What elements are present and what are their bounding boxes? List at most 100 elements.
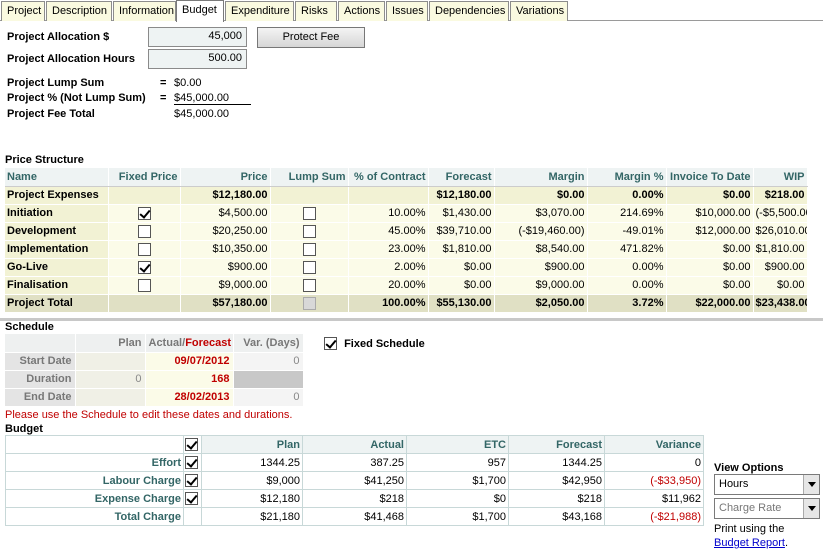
cell-empty xyxy=(108,294,181,313)
cell-variance: $11,962 xyxy=(604,489,704,508)
chevron-down-icon[interactable] xyxy=(803,499,819,518)
table-row: Go-Live $900.00 2.00% $0.00 $900.00 0.00% $0.0… xyxy=(5,258,808,277)
percent-label: Project % (Not Lump Sum) xyxy=(7,92,146,104)
allocation-dollars-input[interactable]: 45,000 xyxy=(148,27,247,47)
table-row: Implementation $10,350.00 23.00% $1,810.00 $… xyxy=(5,240,808,259)
tab-risks[interactable]: Risks xyxy=(295,1,337,21)
budget-table: Plan Actual ETC Forecast Variance Effort… xyxy=(5,435,704,526)
fixed-price-checkbox[interactable] xyxy=(137,242,151,256)
col-actual: Actual/ xyxy=(148,336,186,349)
chevron-down-icon[interactable] xyxy=(803,475,819,494)
lump-sum-checkbox[interactable] xyxy=(302,278,316,292)
cell-margin: $3,070.00 xyxy=(494,204,588,223)
tab-information[interactable]: Information xyxy=(113,1,176,21)
include-checkbox[interactable] xyxy=(185,492,198,505)
cell-check xyxy=(183,471,202,490)
cell-etc: $1,700 xyxy=(406,471,509,490)
cell-empty xyxy=(5,435,184,454)
cell-pct: 45.00% xyxy=(348,222,429,241)
row-name: Project Total xyxy=(5,294,109,313)
cell-invoice: $10,000.00 xyxy=(666,204,754,223)
cell-price: $10,350.00 xyxy=(180,240,271,259)
allocation-hours-input[interactable]: 500.00 xyxy=(148,49,247,69)
col-variance: Var. (Days) xyxy=(233,334,304,353)
row-name: Implementation xyxy=(5,240,109,259)
cell-margin: $900.00 xyxy=(494,258,588,277)
fixed-price-checkbox[interactable] xyxy=(137,206,151,220)
fixed-schedule-checkbox[interactable] xyxy=(324,337,337,350)
cell-empty xyxy=(348,186,429,205)
cell-wip: $218.00 xyxy=(753,186,808,205)
view-units-select[interactable]: Hours xyxy=(714,474,820,495)
rate-select[interactable]: Charge Rate xyxy=(714,498,820,519)
row-label: Labour Charge xyxy=(5,471,184,490)
row-label: Effort xyxy=(5,453,184,472)
select-all-checkbox[interactable] xyxy=(185,438,198,451)
start-plan xyxy=(75,352,146,371)
cell-empty xyxy=(270,186,349,205)
tab-description[interactable]: Description xyxy=(46,1,112,21)
lump-sum-value: $0.00 xyxy=(174,77,202,89)
tab-budget[interactable]: Budget xyxy=(176,0,224,22)
row-label: Expense Charge xyxy=(5,489,184,508)
table-row: Project Expenses $12,180.00 $12,180.00 $… xyxy=(5,186,808,205)
table-row: Total Charge $21,180 $41,468 $1,700 $43,168(… xyxy=(5,507,704,526)
cell-forecast: $1,810.00 xyxy=(428,240,495,259)
fee-total-value: $45,000.00 xyxy=(174,108,230,120)
lump-sum-checkbox[interactable] xyxy=(302,242,316,256)
price-structure-title: Price Structure xyxy=(5,154,84,166)
cell-lump-sum xyxy=(270,294,349,313)
tab-project[interactable]: Project xyxy=(1,1,45,21)
lump-sum-checkbox[interactable] xyxy=(302,260,316,274)
cell-actual: $41,250 xyxy=(302,471,407,490)
cell-invoice: $0.00 xyxy=(666,258,754,277)
start-date-label: Start Date xyxy=(5,352,76,371)
schedule-note: Please use the Schedule to edit these da… xyxy=(5,409,293,421)
cell-invoice: $0.00 xyxy=(666,240,754,259)
lump-sum-checkbox[interactable] xyxy=(302,224,316,238)
col-pct-contract: % of Contract xyxy=(348,168,429,187)
cell-select-all xyxy=(183,435,202,454)
cell-fixed xyxy=(108,204,181,223)
allocation-hours-label: Project Allocation Hours xyxy=(7,53,135,65)
col-plan: Plan xyxy=(75,334,146,353)
cell-wip: (-$5,500.00) xyxy=(753,204,808,223)
budget-title: Budget xyxy=(5,423,43,435)
fixed-price-checkbox[interactable] xyxy=(137,278,151,292)
cell-forecast: $218 xyxy=(508,489,605,508)
cell-pct: 100.00% xyxy=(348,294,429,313)
cell-wip: $900.00 xyxy=(753,258,808,277)
protect-fee-button[interactable]: Protect Fee xyxy=(257,27,365,48)
fixed-price-checkbox[interactable] xyxy=(137,224,151,238)
tab-expenditure[interactable]: Expenditure xyxy=(225,1,294,21)
fixed-schedule-toggle[interactable]: Fixed Schedule xyxy=(324,337,425,350)
include-checkbox[interactable] xyxy=(185,456,198,469)
schedule-row-end: End Date 28/02/2013 0 xyxy=(5,388,304,407)
col-forecast: Forecast xyxy=(428,168,495,187)
schedule-title: Schedule xyxy=(5,321,54,333)
lump-sum-checkbox[interactable] xyxy=(302,206,316,220)
cell-etc: $1,700 xyxy=(406,507,509,526)
tab-issues[interactable]: Issues xyxy=(386,1,428,21)
budget-report-link[interactable]: Budget Report xyxy=(714,537,785,549)
cell-wip: $0.00 xyxy=(753,276,808,295)
end-variance: 0 xyxy=(233,388,304,407)
fixed-price-checkbox[interactable] xyxy=(137,260,151,274)
cell-price: $20,250.00 xyxy=(180,222,271,241)
cell-empty xyxy=(108,186,181,205)
include-checkbox[interactable] xyxy=(185,474,198,487)
price-structure-header: Name Fixed Price Price Lump Sum % of Con… xyxy=(5,168,808,187)
cell-fixed xyxy=(108,222,181,241)
tab-variations[interactable]: Variations xyxy=(510,1,568,21)
tab-dependencies[interactable]: Dependencies xyxy=(429,1,509,21)
schedule-row-start: Start Date 09/07/2012 0 xyxy=(5,352,304,371)
lump-sum-label: Project Lump Sum xyxy=(7,77,105,89)
table-row: Effort 1344.25 387.25 957 1344.25 0 xyxy=(5,453,704,472)
cell-margin: $0.00 xyxy=(494,186,588,205)
cell-variance: (-$21,988) xyxy=(604,507,704,526)
budget-header: Plan Actual ETC Forecast Variance xyxy=(5,435,704,454)
cell-invoice: $22,000.00 xyxy=(666,294,754,313)
cell-wip: $26,010.00 xyxy=(753,222,808,241)
cell-margin-pct: 471.82% xyxy=(587,240,667,259)
tab-actions[interactable]: Actions xyxy=(338,1,385,21)
